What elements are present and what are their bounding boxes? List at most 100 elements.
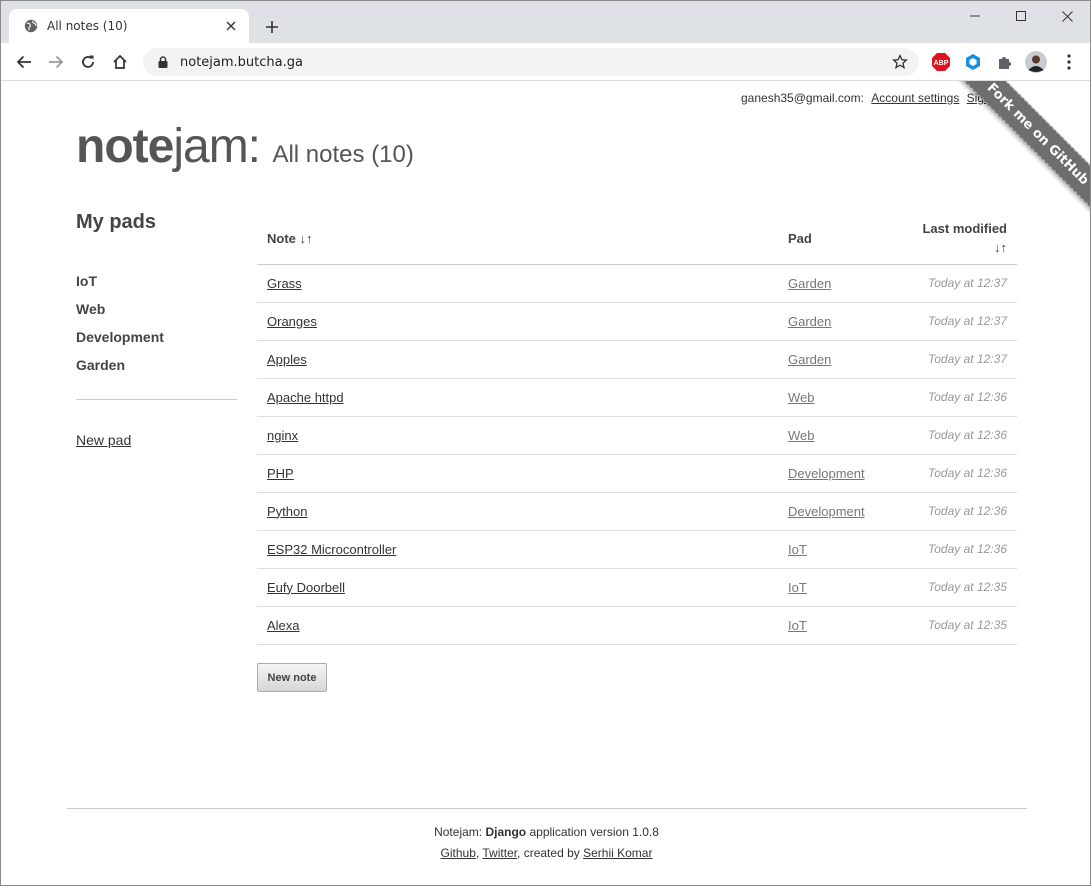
github-ribbon-container: Fork me on GitHub xyxy=(942,81,1090,231)
pad-link[interactable]: Web xyxy=(788,390,815,405)
col-pad-label: Pad xyxy=(788,230,812,246)
cube-extension-icon[interactable] xyxy=(962,51,984,73)
table-row: nginx Web Today at 12:36 xyxy=(257,416,1017,455)
maximize-icon[interactable] xyxy=(998,1,1044,31)
col-note-label: Note xyxy=(267,230,296,246)
browser-toolbar: notejam.butcha.ga ABP xyxy=(1,43,1090,81)
pad-link[interactable]: Garden xyxy=(788,352,831,367)
table-row: Eufy Doorbell IoT Today at 12:35 xyxy=(257,568,1017,607)
new-tab-button[interactable] xyxy=(259,14,285,40)
col-note-header: Note ↓↑ xyxy=(257,213,778,265)
note-link[interactable]: Python xyxy=(267,504,307,519)
table-row: Grass Garden Today at 12:37 xyxy=(257,264,1017,303)
brand-light: jam: xyxy=(173,120,261,173)
page-content: ganesh35@gmail.com: Account settings Sig… xyxy=(1,81,1090,885)
note-link[interactable]: nginx xyxy=(267,428,298,443)
browser-menu-icon[interactable] xyxy=(1058,51,1080,73)
col-pad-header: Pad xyxy=(778,213,892,265)
pad-link[interactable]: Garden xyxy=(788,276,831,291)
reload-icon[interactable] xyxy=(74,49,102,75)
table-row: PHP Development Today at 12:36 xyxy=(257,454,1017,493)
note-link[interactable]: Apples xyxy=(267,352,307,367)
note-cell: Alexa xyxy=(257,606,778,645)
close-window-icon[interactable] xyxy=(1044,1,1090,31)
note-link[interactable]: Oranges xyxy=(267,314,317,329)
footer-version: application version 1.0.8 xyxy=(529,825,659,839)
footer-author-link[interactable]: Serhii Komar xyxy=(583,846,652,860)
note-link[interactable]: ESP32 Microcontroller xyxy=(267,542,396,557)
brand-bold: note xyxy=(76,120,174,173)
modified-cell: Today at 12:36 xyxy=(892,378,1017,417)
user-email: ganesh35@gmail.com: xyxy=(741,91,864,105)
modified-cell: Today at 12:36 xyxy=(892,492,1017,531)
pad-link[interactable]: IoT xyxy=(788,580,807,595)
sort-modified-icon[interactable]: ↓↑ xyxy=(994,240,1007,255)
sort-note-icon[interactable]: ↓↑ xyxy=(300,231,313,246)
note-link[interactable]: Apache httpd xyxy=(267,390,344,405)
modified-cell: Today at 12:36 xyxy=(892,416,1017,455)
pad-cell: IoT xyxy=(778,530,892,569)
footer-line-2: Github, Twitter, created by Serhii Komar xyxy=(440,846,653,860)
note-link[interactable]: Alexa xyxy=(267,618,300,633)
minimize-icon[interactable] xyxy=(952,1,998,31)
sidebar-item-web[interactable]: Web xyxy=(76,295,237,323)
footer-github-link[interactable]: Github xyxy=(441,846,476,860)
bookmark-star-icon[interactable] xyxy=(891,53,909,71)
browser-window: All notes (10) notejam.butcha.ga ABP gan… xyxy=(0,0,1091,886)
footer-line-1: Notejam: Django application version 1.0.… xyxy=(1,822,1090,843)
sidebar-title: My pads xyxy=(76,211,157,233)
table-row: Apples Garden Today at 12:37 xyxy=(257,340,1017,379)
sidebar-item-garden[interactable]: Garden xyxy=(76,351,237,379)
modified-cell: Today at 12:37 xyxy=(892,340,1017,379)
pad-link[interactable]: Development xyxy=(788,466,865,481)
new-note-button[interactable]: New note xyxy=(257,663,327,692)
pad-link[interactable]: Web xyxy=(788,428,815,443)
pad-cell: Garden xyxy=(778,302,892,341)
lock-icon[interactable] xyxy=(155,54,171,70)
tab-title: All notes (10) xyxy=(47,19,128,33)
adblock-extension-icon[interactable]: ABP xyxy=(930,51,952,73)
modified-cell: Today at 12:36 xyxy=(892,530,1017,569)
footer-divider xyxy=(67,808,1027,809)
pad-cell: Garden xyxy=(778,340,892,379)
note-cell: Python xyxy=(257,492,778,531)
note-link[interactable]: Grass xyxy=(267,276,302,291)
note-cell: Apples xyxy=(257,340,778,379)
url-text: notejam.butcha.ga xyxy=(180,54,303,70)
footer-created-by: , created by xyxy=(517,846,580,860)
sidebar-item-development[interactable]: Development xyxy=(76,323,237,351)
pad-link[interactable]: Development xyxy=(788,504,865,519)
back-arrow-icon[interactable] xyxy=(10,49,38,75)
sidebar-item-iot[interactable]: IoT xyxy=(76,267,237,295)
profile-avatar-icon[interactable] xyxy=(1025,51,1047,73)
pad-cell: Development xyxy=(778,492,892,531)
modified-cell: Today at 12:35 xyxy=(892,568,1017,607)
tab-all-notes[interactable]: All notes (10) xyxy=(9,9,249,43)
pad-cell: Web xyxy=(778,378,892,417)
pad-link[interactable]: IoT xyxy=(788,618,807,633)
modified-cell: Today at 12:36 xyxy=(892,454,1017,493)
note-link[interactable]: Eufy Doorbell xyxy=(267,580,345,595)
pad-cell: IoT xyxy=(778,606,892,645)
note-link[interactable]: PHP xyxy=(267,466,294,481)
pad-link[interactable]: Garden xyxy=(788,314,831,329)
footer-prefix: Notejam: xyxy=(434,825,483,839)
col-modified-header: Last modified ↓↑ xyxy=(892,213,1017,265)
note-cell: Grass xyxy=(257,264,778,303)
forward-arrow-icon[interactable] xyxy=(42,49,70,75)
new-pad-link[interactable]: New pad xyxy=(76,432,237,448)
abp-label: ABP xyxy=(934,60,949,67)
sidebar: My pads IoT Web Development Garden New p… xyxy=(76,211,237,448)
pad-link[interactable]: IoT xyxy=(788,542,807,557)
home-icon[interactable] xyxy=(106,49,134,75)
table-row: Apache httpd Web Today at 12:36 xyxy=(257,378,1017,417)
puzzle-extensions-icon[interactable] xyxy=(994,51,1016,73)
fork-me-ribbon[interactable]: Fork me on GitHub xyxy=(956,81,1090,216)
page-title: All notes (10) xyxy=(272,141,414,168)
footer-twitter-link[interactable]: Twitter xyxy=(482,846,517,860)
pad-cell: Development xyxy=(778,454,892,493)
address-bar[interactable]: notejam.butcha.ga xyxy=(143,48,919,76)
pad-cell: Web xyxy=(778,416,892,455)
note-cell: Apache httpd xyxy=(257,378,778,417)
close-tab-icon[interactable] xyxy=(223,18,239,34)
